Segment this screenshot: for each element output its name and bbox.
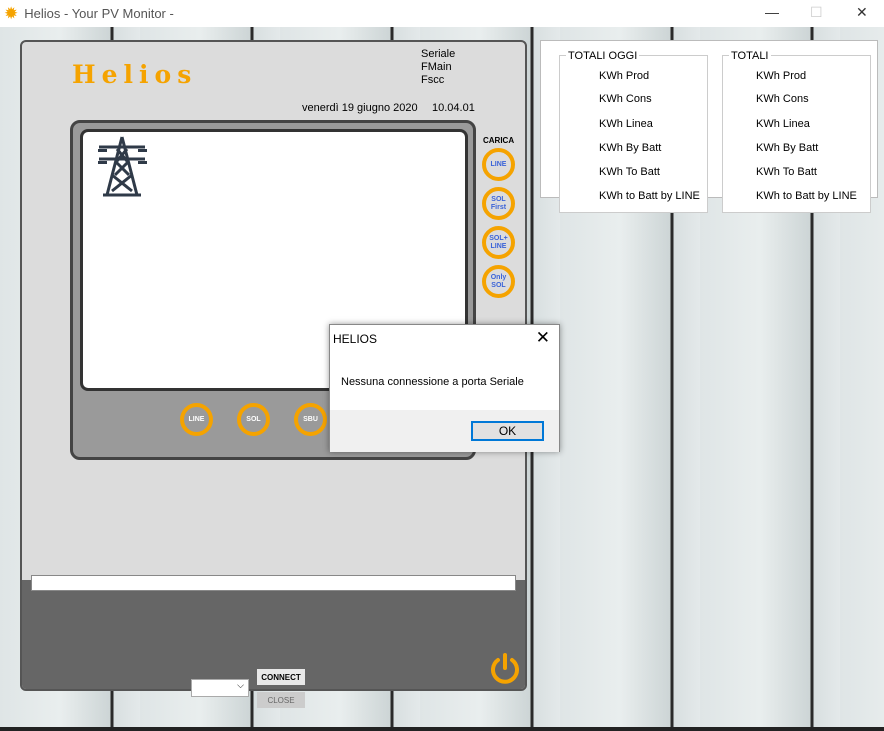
group-title: TOTALI bbox=[729, 50, 771, 62]
source-sbu-indicator: SBU bbox=[294, 403, 327, 436]
totals-all-group: TOTALI KWh Prod KWh Cons KWh Linea KWh B… bbox=[722, 50, 871, 213]
device-info: Seriale FMain Fscc bbox=[421, 48, 455, 87]
date-label: venerdì 19 giugno 2020 bbox=[302, 102, 418, 114]
dialog-title: HELIOS bbox=[333, 332, 378, 346]
time-label: 10.04.01 bbox=[432, 102, 475, 114]
today-row: KWh By Batt bbox=[599, 142, 662, 154]
source-line-indicator: LINE bbox=[180, 403, 213, 436]
port-select[interactable]: ⌵ bbox=[191, 679, 249, 697]
title-bar: ✹ Helios - Your PV Monitor - — ☐ ✕ bbox=[0, 0, 884, 27]
info-fmain: FMain bbox=[421, 61, 452, 73]
message-dialog: HELIOS ✕ Nessuna connessione a porta Ser… bbox=[329, 324, 560, 452]
minimize-button[interactable]: — bbox=[765, 4, 779, 20]
connect-button[interactable]: CONNECT bbox=[257, 669, 305, 685]
carica-only-sol-button[interactable]: Only SOL bbox=[482, 265, 515, 298]
today-row: KWh Cons bbox=[599, 93, 652, 105]
power-icon[interactable] bbox=[488, 652, 522, 686]
maximize-button[interactable]: ☐ bbox=[810, 4, 823, 21]
today-row: KWh Linea bbox=[599, 118, 653, 130]
total-row: KWh to Batt by LINE bbox=[756, 190, 857, 202]
power-pylon-icon bbox=[98, 136, 147, 197]
total-row: KWh Cons bbox=[756, 93, 809, 105]
group-title: TOTALI OGGI bbox=[566, 50, 640, 62]
info-fscc: Fscc bbox=[421, 74, 445, 86]
carica-sol-line-button[interactable]: SOL+ LINE bbox=[482, 226, 515, 259]
window-title: Helios - Your PV Monitor - bbox=[24, 6, 174, 21]
sun-icon: ✹ bbox=[4, 3, 19, 23]
total-row: KWh By Batt bbox=[756, 142, 819, 154]
total-row: KWh Linea bbox=[756, 118, 810, 130]
dialog-close-icon[interactable]: ✕ bbox=[536, 328, 550, 348]
source-sol-indicator: SOL bbox=[237, 403, 270, 436]
carica-sol-first-button[interactable]: SOL First bbox=[482, 187, 515, 220]
carica-line-button[interactable]: LINE bbox=[482, 148, 515, 181]
chevron-down-icon: ⌵ bbox=[237, 680, 244, 690]
dialog-footer: OK bbox=[330, 410, 559, 452]
today-row: KWh To Batt bbox=[599, 166, 660, 178]
ok-button[interactable]: OK bbox=[471, 421, 544, 441]
today-row: KWh to Batt by LINE bbox=[599, 190, 700, 202]
progress-bar bbox=[31, 575, 516, 591]
totals-today-group: TOTALI OGGI KWh Prod KWh Cons KWh Linea … bbox=[559, 50, 708, 213]
total-row: KWh To Batt bbox=[756, 166, 817, 178]
carica-label: CARICA bbox=[483, 136, 515, 145]
dialog-message: Nessuna connessione a porta Seriale bbox=[341, 376, 524, 388]
total-row: KWh Prod bbox=[756, 70, 807, 82]
taskbar-edge bbox=[0, 727, 884, 731]
today-row: KWh Prod bbox=[599, 70, 650, 82]
helios-logo: Helios bbox=[72, 60, 198, 89]
info-seriale: Seriale bbox=[421, 48, 456, 60]
close-button[interactable]: CLOSE bbox=[257, 692, 305, 708]
window-close-button[interactable]: ✕ bbox=[856, 4, 868, 21]
